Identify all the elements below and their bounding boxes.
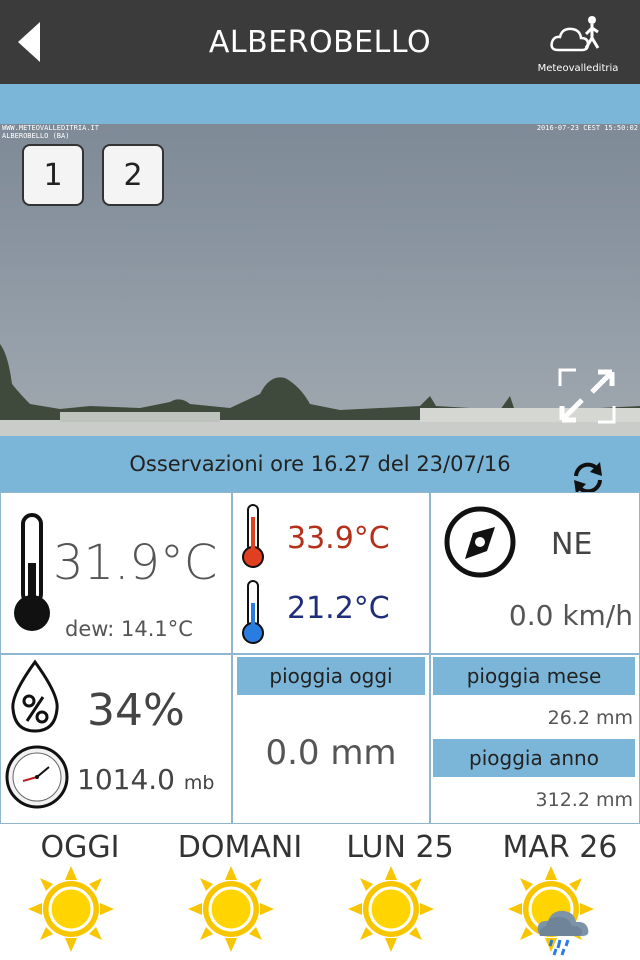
webcam-image[interactable]: WWW.METEOVALLEDITRIA.IT ALBEROBELLO (BA)… [0,124,640,436]
rain-year-value: 312.2 mm [535,789,633,811]
humidity-drop-icon [11,659,59,733]
humidity-pressure-cell: 34% 1014.0 mb [0,654,232,824]
forecast-day-label: LUN 25 [346,830,454,865]
wind-direction: NE [551,527,593,562]
page-title: ALBEROBELLO [208,24,432,60]
rain-totals-cell: pioggia mese 26.2 mm pioggia anno 312.2 … [430,654,640,824]
webcam-2-button[interactable]: 2 [102,144,164,206]
rain-today-label: pioggia oggi [237,657,425,695]
town-skyline [0,344,640,436]
humidity-value: 34% [87,685,185,736]
pressure: 1014.0 mb [77,763,214,796]
max-temperature: 33.9°C [287,521,390,556]
back-arrow-icon[interactable] [14,20,46,64]
forecast-day[interactable]: LUN 25 [320,824,480,960]
pressure-unit: mb [183,772,215,794]
wind-speed: 0.0 km/h [508,599,633,632]
cloud-person-icon [550,16,600,52]
webcam-1-button[interactable]: 1 [22,144,84,206]
forecast-day[interactable]: OGGI [0,824,160,960]
logo-text: Meteovalleditria [537,63,619,74]
observations-grid: 31.9°C dew: 14.1°C 33.9°C 21.2°C NE 0.0 … [0,492,640,824]
observation-bar: Osservazioni ore 16.27 del 23/07/16 [0,436,640,492]
forecast-day-label: OGGI [40,830,120,865]
thermometer-icon [14,513,50,631]
sun-icon [28,866,114,952]
compass-icon [444,506,516,578]
min-temperature: 21.2°C [287,591,390,626]
rain-month-value: 26.2 mm [547,707,633,729]
min-thermometer-icon [242,580,264,644]
forecast-day[interactable]: MAR 26 [480,824,640,960]
rain-year-label: pioggia anno [433,739,635,777]
min-max-cell: 33.9°C 21.2°C [232,492,430,654]
temperature-cell: 31.9°C dew: 14.1°C [0,492,232,654]
wind-cell: NE 0.0 km/h [430,492,640,654]
rain-today-cell: pioggia oggi 0.0 mm [232,654,430,824]
max-thermometer-icon [242,504,264,568]
forecast-strip: OGGI DOMANI LUN 25 MAR 26 [0,824,640,960]
observation-time: Osservazioni ore 16.27 del 23/07/16 [129,452,511,476]
sun-icon [348,866,434,952]
app-logo[interactable]: Meteovalleditria [526,12,630,74]
current-temperature: 31.9°C [53,535,218,591]
forecast-day-label: MAR 26 [502,830,618,865]
fullscreen-icon[interactable] [558,368,616,424]
rain-month-label: pioggia mese [433,657,635,695]
refresh-icon[interactable] [570,460,606,496]
rain-today-value: 0.0 mm [265,733,397,773]
barometer-icon [5,745,69,809]
pressure-value: 1014.0 [77,763,175,796]
dew-point: dew: 14.1°C [65,617,193,641]
header-bar: ALBEROBELLO Meteovalleditria [0,0,640,84]
forecast-day-label: DOMANI [177,830,303,865]
sun-rain-cloud-icon [508,866,594,956]
forecast-day[interactable]: DOMANI [160,824,320,960]
banner-band [0,84,640,124]
sun-icon [188,866,274,952]
